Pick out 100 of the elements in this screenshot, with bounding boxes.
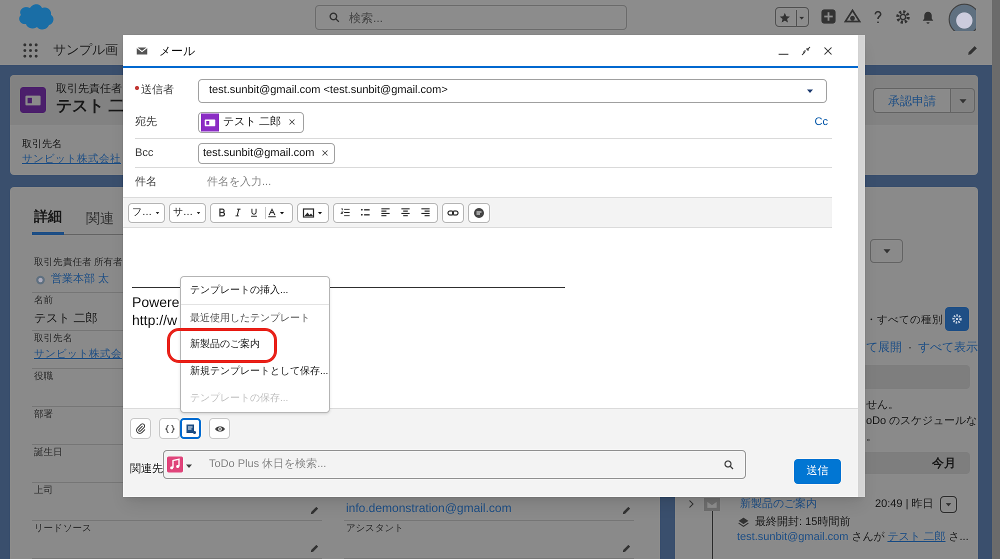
search-placeholder: 検索... bbox=[349, 10, 384, 26]
bold-icon[interactable] bbox=[217, 207, 227, 218]
footer-button[interactable] bbox=[180, 418, 201, 439]
field-label: 上司 bbox=[34, 484, 54, 498]
menu-heading: 最近使用したテンプレート bbox=[190, 312, 310, 326]
favorites-button[interactable] bbox=[775, 7, 809, 27]
sender-link[interactable]: test.sunbit@gmail.com bbox=[737, 529, 848, 546]
align-right-icon[interactable] bbox=[420, 207, 431, 218]
sender-select[interactable]: test.sunbit@gmail.com <test.sunbit@gmail.com> bbox=[198, 78, 827, 102]
app-launcher-icon[interactable] bbox=[22, 42, 39, 58]
edit-icon[interactable] bbox=[621, 505, 632, 516]
activity-text: さんが bbox=[851, 530, 884, 545]
avatar-icon[interactable] bbox=[948, 3, 976, 31]
recipient-pill[interactable]: テスト 二郎 bbox=[198, 112, 304, 132]
settings-icon bbox=[950, 312, 964, 326]
scrollbar[interactable] bbox=[858, 35, 865, 497]
edit-icon[interactable] bbox=[309, 505, 320, 516]
email-link[interactable]: info.demonstration@gmail.com bbox=[346, 499, 512, 517]
message-text: oDo のスケジュールな bbox=[866, 414, 978, 429]
edit-icon[interactable] bbox=[966, 44, 979, 57]
activity-opened: 最終開封: 15時間前 bbox=[755, 515, 850, 530]
remove-icon[interactable] bbox=[287, 117, 298, 127]
record-name: テスト 二 bbox=[56, 96, 124, 117]
close-icon[interactable] bbox=[822, 44, 834, 56]
field-value: テスト 二郎 bbox=[34, 310, 98, 327]
field-label: 関連先 bbox=[130, 462, 163, 478]
braces-icon bbox=[164, 422, 176, 434]
contact-icon bbox=[201, 112, 219, 132]
music-note-icon bbox=[167, 456, 183, 473]
settings-button[interactable] bbox=[945, 307, 969, 331]
activity-subject-link[interactable]: 新製品のご案内 bbox=[740, 498, 817, 511]
size-select[interactable]: サ… bbox=[169, 202, 206, 222]
menu-button[interactable] bbox=[940, 496, 957, 513]
approval-button[interactable]: 承認申請 bbox=[873, 88, 951, 113]
collapse-icon[interactable] bbox=[800, 44, 812, 56]
activity-text: さ... bbox=[948, 530, 969, 545]
recipient-name: テスト 二郎 bbox=[223, 114, 282, 130]
edit-icon[interactable] bbox=[309, 543, 320, 554]
user-icon bbox=[34, 272, 47, 286]
field-label: 取引先責任者 所有者 bbox=[34, 256, 123, 270]
numbered-list-icon[interactable] bbox=[340, 207, 351, 218]
field-label: 宛先 bbox=[135, 114, 158, 130]
account-link[interactable]: サンビット株式会社 bbox=[22, 152, 121, 168]
remove-icon[interactable] bbox=[320, 148, 330, 158]
search-input[interactable]: ToDo Plus 休日を検索... bbox=[209, 456, 723, 473]
mail-icon bbox=[704, 498, 720, 511]
related-lookup-field[interactable]: ToDo Plus 休日を検索... bbox=[163, 450, 746, 479]
speech-icon bbox=[473, 206, 485, 218]
record-type: 取引先責任者 bbox=[56, 83, 123, 97]
signature-text: http://w bbox=[132, 311, 178, 329]
align-left-icon[interactable] bbox=[380, 207, 391, 218]
activity-time: 20:49 | 昨日 bbox=[875, 498, 934, 511]
link-button[interactable] bbox=[442, 202, 464, 222]
scrollbar[interactable] bbox=[992, 0, 1000, 559]
settings-icon[interactable] bbox=[894, 8, 912, 26]
menu-item: テンプレートの保存... bbox=[190, 392, 288, 406]
field-link[interactable]: サンビット株式会 bbox=[34, 347, 122, 363]
cc-link[interactable]: Cc bbox=[814, 114, 828, 130]
recipient-name: test.sunbit@gmail.com bbox=[203, 146, 314, 161]
field-label: 取引先名 bbox=[34, 332, 72, 346]
search-field[interactable]: 検索... bbox=[315, 5, 627, 30]
align-center-icon[interactable] bbox=[400, 207, 411, 218]
image-button[interactable] bbox=[297, 202, 329, 222]
field-label: 取引先名 bbox=[22, 138, 63, 152]
menu-item[interactable]: テンプレートの挿入... bbox=[190, 282, 288, 299]
separator-dot: · bbox=[908, 339, 912, 356]
field-label: 名前 bbox=[34, 294, 54, 308]
message-text: せん。 bbox=[866, 398, 899, 413]
owner-link[interactable]: 営業本部 太 bbox=[51, 271, 110, 288]
filter-text: ・すべての種別 bbox=[866, 313, 943, 328]
caret-icon bbox=[796, 10, 806, 26]
field-label: アシスタント bbox=[346, 522, 404, 536]
sender-value: test.sunbit@gmail.com <test.sunbit@gmail.com> bbox=[209, 83, 448, 98]
add-icon[interactable] bbox=[820, 8, 837, 25]
font-select[interactable]: フ… bbox=[128, 202, 165, 222]
signature-text: Powere bbox=[132, 293, 180, 311]
edit-icon[interactable] bbox=[621, 543, 632, 554]
subject-field[interactable]: 件名を入力... bbox=[207, 174, 832, 191]
expand-link[interactable]: すべて表示 bbox=[918, 338, 978, 356]
field-label: 役職 bbox=[34, 370, 54, 384]
tab[interactable]: 詳細 bbox=[32, 201, 64, 235]
clip-icon bbox=[134, 422, 146, 434]
menu-item[interactable]: 新製品のご案内 bbox=[190, 336, 260, 354]
menu-item[interactable]: 新規テンプレートとして保存... bbox=[190, 363, 328, 380]
italic-icon[interactable] bbox=[233, 207, 243, 218]
bullet-list-icon[interactable] bbox=[360, 207, 371, 218]
quote-button[interactable] bbox=[468, 202, 490, 222]
recipient-link[interactable]: テスト 二郎 bbox=[887, 529, 946, 546]
recipient-pill[interactable]: test.sunbit@gmail.com bbox=[198, 142, 336, 164]
underline-icon[interactable] bbox=[249, 207, 259, 218]
field-label: 送信者 bbox=[141, 83, 174, 98]
send-button[interactable]: 送信 bbox=[794, 459, 841, 484]
dialog-title: メール bbox=[159, 42, 195, 60]
field-label: Bcc bbox=[135, 146, 154, 161]
field-label: リードソース bbox=[34, 522, 92, 536]
text-color-icon[interactable] bbox=[265, 206, 277, 218]
expand-link[interactable]: て展開 bbox=[866, 338, 902, 356]
app-name: サンプル画 bbox=[53, 41, 118, 60]
image-icon bbox=[302, 206, 315, 218]
tab[interactable]: 関連 bbox=[84, 201, 116, 235]
